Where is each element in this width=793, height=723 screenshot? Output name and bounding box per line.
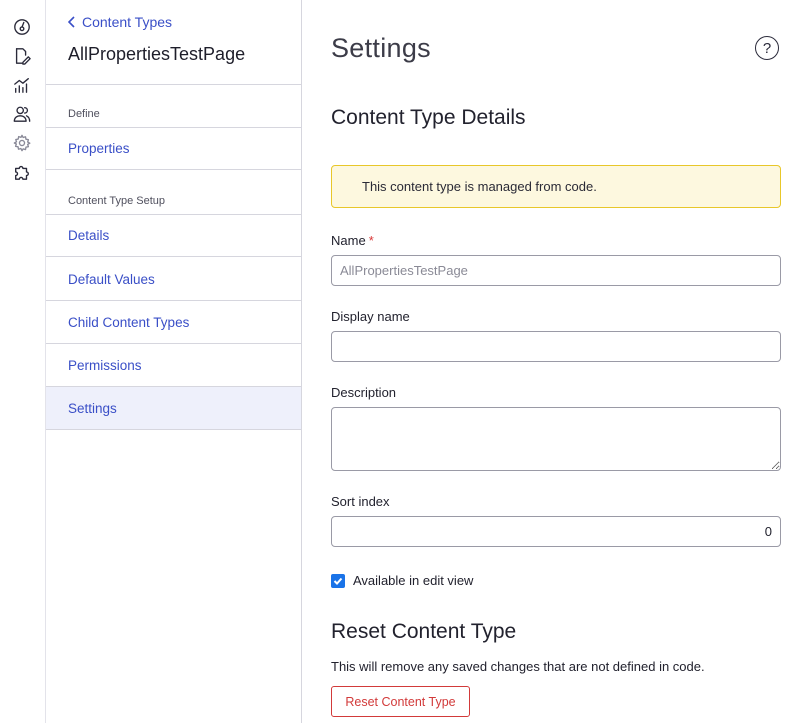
chevron-left-icon xyxy=(68,16,75,28)
available-in-edit-view-checkbox[interactable] xyxy=(331,573,345,588)
required-marker: * xyxy=(368,233,374,248)
dashboard-icon[interactable] xyxy=(11,16,33,38)
nav-item-properties[interactable]: Properties xyxy=(46,127,301,170)
nav-item-child-content-types[interactable]: Child Content Types xyxy=(46,301,301,344)
reset-description: This will remove any saved changes that … xyxy=(331,659,705,674)
name-label: Name * xyxy=(331,233,374,248)
group-label-content-type-setup: Content Type Setup xyxy=(68,195,166,207)
nav-item-details[interactable]: Details xyxy=(46,214,301,257)
reset-content-type-button[interactable]: Reset Content Type xyxy=(331,686,470,717)
managed-from-code-notice: This content type is managed from code. xyxy=(331,165,781,208)
analytics-icon[interactable] xyxy=(11,74,33,96)
help-icon[interactable]: ? xyxy=(755,36,779,60)
description-textarea[interactable] xyxy=(331,407,781,471)
reset-content-type-heading: Reset Content Type xyxy=(331,620,517,643)
nav-item-permissions[interactable]: Permissions xyxy=(46,344,301,387)
sort-index-input[interactable] xyxy=(331,516,781,547)
users-icon[interactable] xyxy=(11,103,33,125)
available-in-edit-view-label: Available in edit view xyxy=(353,573,474,588)
display-name-label: Display name xyxy=(331,309,410,324)
icon-rail xyxy=(0,0,46,723)
back-link-label: Content Types xyxy=(82,14,173,30)
settings-gear-icon[interactable] xyxy=(11,132,33,154)
nav-item-default-values[interactable]: Default Values xyxy=(46,258,301,301)
group-label-define: Define xyxy=(68,108,100,120)
sort-index-label: Sort index xyxy=(331,494,390,509)
available-in-edit-view-row: Available in edit view xyxy=(331,573,473,588)
settings-panel: Settings ? Content Type Details This con… xyxy=(303,0,793,723)
edit-content-icon[interactable] xyxy=(11,45,33,67)
description-label: Description xyxy=(331,385,397,400)
name-input[interactable] xyxy=(331,255,781,286)
page-title: Settings xyxy=(331,33,431,63)
checkmark-icon xyxy=(333,577,343,585)
divider xyxy=(46,84,301,85)
back-to-content-types-link[interactable]: Content Types xyxy=(68,14,172,30)
content-type-nav: Content Types AllPropertiesTestPage Defi… xyxy=(46,0,302,723)
addons-puzzle-icon[interactable] xyxy=(11,161,33,183)
display-name-input[interactable] xyxy=(331,331,781,362)
content-type-details-heading: Content Type Details xyxy=(331,106,526,129)
content-type-title: AllPropertiesTestPage xyxy=(68,44,246,64)
nav-item-settings[interactable]: Settings xyxy=(46,387,301,430)
notice-text: This content type is managed from code. xyxy=(362,179,597,194)
name-label-text: Name xyxy=(331,233,366,248)
